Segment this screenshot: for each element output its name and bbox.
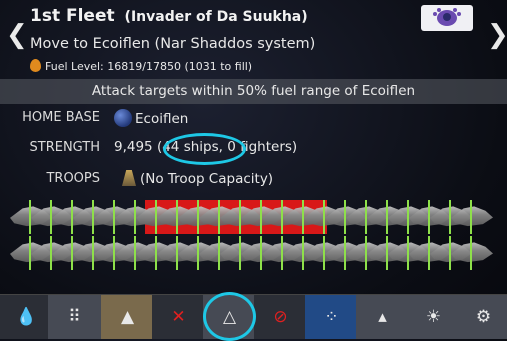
ship-health-tick — [155, 200, 157, 234]
home-base-name: Ecoiflen — [135, 111, 189, 127]
settings-gear-icon: ⚙ — [475, 307, 492, 327]
ship-roster[interactable] — [0, 196, 507, 276]
arrow-up-icon: ▲ — [120, 307, 135, 327]
ship-health-tick — [323, 236, 325, 270]
ship-health-tick — [260, 200, 262, 234]
wedge-formation-icon: ▴ — [378, 307, 387, 327]
fleet-subtitle: (Invader of Da Suukha) — [124, 9, 308, 25]
ship-health-tick — [239, 200, 241, 234]
ship-health-tick — [71, 200, 73, 234]
fuel-level: Fuel Level: 16819/17850 (1031 to fill) — [30, 59, 252, 73]
formation-grid-icon: ⠿ — [68, 307, 81, 327]
wedge-formation-button[interactable]: ▴ — [356, 295, 409, 339]
ship-health-tick — [113, 200, 115, 234]
no-attack-icon: ✕ — [171, 307, 186, 327]
ship-health-tick — [29, 236, 31, 270]
ship-health-tick — [281, 236, 283, 270]
ship-health-tick — [407, 200, 409, 234]
fleet-title: 1st Fleet (Invader of Da Suukha) — [30, 6, 308, 26]
ship-health-tick — [344, 236, 346, 270]
fuel-drop-button[interactable]: 💧 — [0, 295, 53, 339]
arrow-up-button[interactable]: ▲ — [101, 295, 154, 339]
dots-formation-icon: ⁘ — [324, 307, 339, 327]
formation-grid-button[interactable]: ⠿ — [48, 295, 101, 339]
fuel-icon — [30, 59, 41, 72]
fleet-name: 1st Fleet — [30, 6, 115, 26]
ship-health-tick — [113, 236, 115, 270]
ship-health-tick — [386, 200, 388, 234]
ship-health-tick — [155, 236, 157, 270]
home-base-value[interactable]: Ecoiflen — [114, 109, 188, 127]
troop-icon — [122, 170, 136, 186]
ship-health-tick — [29, 200, 31, 234]
ship-health-tick — [197, 236, 199, 270]
troops-text: (No Troop Capacity) — [140, 171, 274, 187]
ship-health-tick — [449, 200, 451, 234]
fuel-drop-icon: 💧 — [15, 307, 38, 327]
ship-health-tick — [71, 236, 73, 270]
ship-health-tick — [176, 236, 178, 270]
dots-formation-button[interactable]: ⁘ — [305, 295, 358, 339]
attack-range-text: Attack targets within 50% fuel range of … — [91, 83, 416, 99]
ship-health-tick — [218, 236, 220, 270]
troops-label: TROOPS — [46, 171, 100, 186]
ship-health-tick — [260, 236, 262, 270]
home-base-label: HOME BASE — [22, 110, 100, 125]
ship-health-tick — [92, 200, 94, 234]
ship-health-tick — [470, 200, 472, 234]
sun-target-button[interactable]: ☀ — [407, 295, 460, 339]
ship-health-tick — [449, 236, 451, 270]
sun-target-icon: ☀ — [425, 307, 442, 327]
cancel-icon: ⊘ — [273, 307, 288, 327]
prev-fleet-button[interactable]: ❮ — [6, 22, 28, 48]
ship-row-2 — [10, 236, 493, 270]
ship-health-tick — [302, 236, 304, 270]
ship-health-tick — [386, 236, 388, 270]
planet-icon — [114, 109, 132, 127]
ship-health-tick — [134, 236, 136, 270]
ship-health-tick — [50, 236, 52, 270]
ship-health-tick — [218, 200, 220, 234]
attack-range-banner[interactable]: Attack targets within 50% fuel range of … — [0, 79, 507, 104]
ship-row-1 — [10, 200, 493, 234]
ship-health-tick — [50, 200, 52, 234]
ship-health-tick — [92, 236, 94, 270]
ship-health-tick — [176, 200, 178, 234]
ship-health-tick — [302, 200, 304, 234]
ship-health-tick — [239, 236, 241, 270]
ship-health-tick — [428, 236, 430, 270]
strength-number: 9,495 — [114, 139, 153, 155]
strength-label: STRENGTH — [29, 140, 101, 155]
ship-health-tick — [281, 200, 283, 234]
cancel-button[interactable]: ⊘ — [254, 295, 307, 339]
ship-health-tick — [428, 200, 430, 234]
faction-emblem-icon — [421, 5, 473, 31]
ship-health-tick — [134, 200, 136, 234]
ship-health-tick — [344, 200, 346, 234]
no-attack-button[interactable]: ✕ — [152, 295, 205, 339]
ship-health-tick — [197, 200, 199, 234]
fleet-order[interactable]: Move to Ecoiflen (Nar Shaddos system) — [30, 36, 315, 52]
troops-value: (No Troop Capacity) — [122, 170, 273, 187]
highlight-ellipse — [163, 133, 246, 165]
next-fleet-button[interactable]: ❯ — [487, 22, 507, 48]
ship-health-tick — [323, 200, 325, 234]
ship-health-tick — [407, 236, 409, 270]
ship-health-tick — [470, 236, 472, 270]
fuel-text: Fuel Level: 16819/17850 (1031 to fill) — [45, 60, 253, 73]
ship-health-tick — [365, 236, 367, 270]
highlight-ring — [203, 292, 256, 341]
ship-health-tick — [365, 200, 367, 234]
settings-gear-button[interactable]: ⚙ — [457, 295, 507, 339]
